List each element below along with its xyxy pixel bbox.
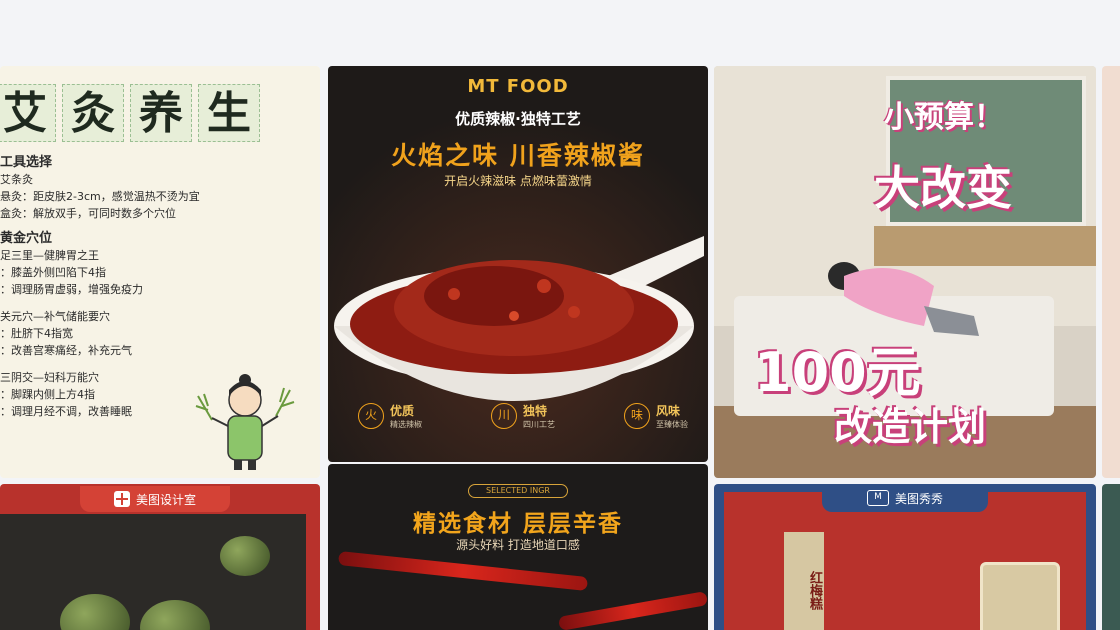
meitu-logo-icon: M (866, 490, 889, 506)
moxa-title-char: 生 (198, 84, 260, 142)
moxa-line: ：膝盖外侧凹陷下4指 (0, 266, 106, 279)
sauce-feature: 味 风味 至臻体验 (624, 402, 688, 430)
template-card-design-studio[interactable]: 美图设计室 (0, 484, 320, 630)
template-card-partial[interactable] (1102, 484, 1120, 630)
moxa-title: 艾 灸 养 生 (0, 84, 260, 142)
sauce-title: 火焰之味 川香辣椒酱 (391, 141, 645, 170)
feature-label: 风味 (656, 404, 681, 418)
chili-pepper (337, 550, 589, 592)
meitu-badge: M 美图秀秀 (822, 484, 988, 512)
moxa-title-char: 艾 (0, 84, 56, 142)
top-bar (0, 0, 1120, 64)
template-card-hot-sauce[interactable]: MT FOOD 优质辣椒·独特工艺 火焰之味 川香辣椒酱 开启火辣滋味 点燃味蕾… (328, 66, 708, 462)
grid-logo-icon (113, 491, 130, 507)
moxa-line: 关元穴—补气储能要穴 (0, 310, 110, 323)
design-studio-badge: 美图设计室 (80, 486, 230, 512)
template-card-ingredients[interactable]: SELECTED INGR 精选食材 层层辛香 源头好料 打造地道口感 (328, 464, 708, 630)
meitu-jar (980, 562, 1060, 630)
feature-desc: 四川工艺 (523, 420, 555, 429)
room-headline-2: 大改变 (874, 161, 1012, 215)
green-dumpling (60, 594, 130, 630)
feature-desc: 至臻体验 (656, 420, 688, 429)
moxa-line: 盒灸：解放双手，可同时数多个穴位 (0, 207, 176, 220)
meitu-badge-label: 美图秀秀 (894, 491, 943, 506)
green-dumpling (140, 600, 210, 630)
ingredients-subtitle: 源头好料 打造地道口感 (456, 538, 580, 552)
feature-label: 优质 (390, 404, 415, 418)
sichuan-icon: 川 (491, 403, 517, 429)
moxa-line: ：肚脐下4指宽 (0, 327, 73, 340)
chili-pepper (557, 591, 708, 630)
moxa-line: ：调理肠胃虚弱，增强免疫力 (0, 283, 143, 296)
moxa-title-char: 灸 (62, 84, 124, 142)
sauce-feature: 川 独特 四川工艺 (491, 402, 555, 430)
moxa-line: 悬灸：距皮肤2-3cm，感觉温热不烫为宜 (0, 190, 200, 203)
moxa-line: ：改善宫寒痛经，补充元气 (0, 344, 132, 357)
design-photo (0, 514, 306, 630)
sauce-brand: MT FOOD (467, 76, 569, 97)
sauce-feature: 火 优质 精选辣椒 (358, 402, 422, 430)
feature-label: 独特 (523, 404, 548, 418)
ingredients-title: 精选食材 层层辛香 (412, 511, 623, 537)
room-headline-1: 小预算！ (884, 100, 1004, 135)
template-card-moxibustion[interactable]: 艾 灸 养 生 工具选择 艾条灸 悬灸：距皮肤2-3cm，感觉温热不烫为宜 盒灸… (0, 66, 320, 478)
template-card-partial[interactable] (1102, 66, 1120, 478)
bowl-icon: 味 (624, 403, 650, 429)
sauce-subtitle: 优质辣椒·独特工艺 (455, 110, 581, 128)
design-badge-label: 美图设计室 (135, 492, 196, 507)
cartoon-girl-illustration (195, 374, 295, 470)
sauce-tagline: 开启火辣滋味 点燃味蕾激情 (444, 174, 592, 188)
moxa-line: 足三里—健脾胃之王 (0, 249, 99, 262)
template-card-meitu[interactable]: 红梅糕 M 美图秀秀 (714, 484, 1096, 630)
green-dumpling (220, 536, 270, 576)
meitu-photo: 红梅糕 (724, 492, 1086, 630)
moxa-heading: 工具选择 (0, 155, 53, 170)
room-headline-4: 改造计划 (834, 405, 987, 449)
template-card-room-makeover[interactable]: 小预算！ 大改变 100元 改造计划 (714, 66, 1096, 478)
moxa-title-char: 养 (130, 84, 192, 142)
moxa-line: 艾条灸 (0, 173, 33, 186)
feature-desc: 精选辣椒 (390, 420, 422, 429)
sauce-features: 火 优质 精选辣椒 川 独特 四川工艺 味 风味 至臻体验 (358, 402, 688, 430)
moxa-heading: 黄金穴位 (0, 231, 53, 246)
chili-icon: 火 (358, 403, 384, 429)
meitu-sign: 红梅糕 (784, 532, 824, 630)
ingredients-tag: SELECTED INGR (468, 484, 568, 498)
